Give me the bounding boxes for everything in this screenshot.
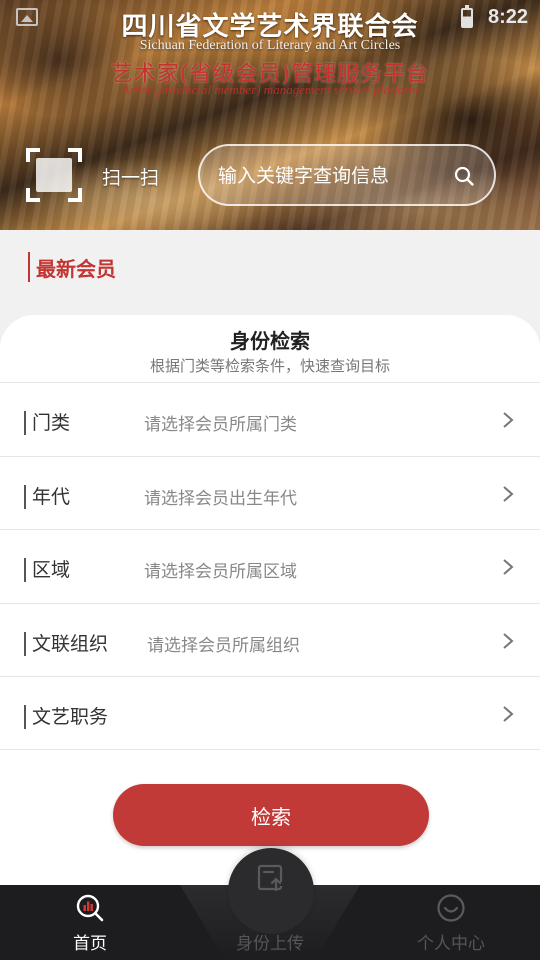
row-marker [24,485,26,509]
nav-home[interactable]: 首页 [30,885,150,960]
filter-era[interactable]: 年代 请选择会员出生年代 [0,456,540,530]
filter-label: 文艺职务 [32,706,109,728]
row-marker [24,411,26,435]
filter-placeholder: 请选择会员所属区域 [144,562,297,582]
filter-label: 文联组织 [32,633,109,655]
filter-label: 门类 [32,412,71,434]
smiley-icon [437,894,465,922]
row-marker [24,558,26,582]
scan-label[interactable]: 扫一扫 [102,163,159,190]
nav-upload-label: 身份上传 [236,934,304,954]
filter-label: 年代 [32,486,71,508]
chevron-right-icon [503,412,514,428]
upload-icon [257,864,283,892]
nav-profile-label: 个人中心 [417,934,485,954]
filter-placeholder: 请选择会员所属组织 [147,636,300,656]
card-title: 身份检索 [230,329,310,353]
platform-subtitle-en: Artist (provincial member) management se… [121,82,419,97]
filter-position[interactable]: 文艺职务 [0,676,540,750]
org-subtitle-en: Sichuan Federation of Literary and Art C… [139,38,401,53]
filter-placeholder: 请选择会员出生年代 [144,489,297,509]
row-marker [24,705,26,729]
divider [0,749,540,750]
row-marker [24,632,26,656]
nav-profile[interactable]: 个人中心 [391,885,511,960]
search-bar[interactable] [198,144,496,206]
search-icon[interactable] [454,166,474,186]
filter-label: 区域 [32,559,71,581]
latest-members-title[interactable]: 最新会员 [36,253,116,282]
nav-home-label: 首页 [73,934,107,954]
chevron-right-icon [503,486,514,502]
search-submit-button[interactable]: 检索 [113,784,429,846]
identity-search-card: 身份检索 根据门类等检索条件，快速查询目标 门类 请选择会员所属门类 年代 请选… [0,315,540,885]
section-marker [28,252,30,282]
scan-button[interactable] [36,158,72,192]
chevron-right-icon [503,706,514,722]
filter-placeholder: 请选择会员所属门类 [144,415,297,435]
nav-identity-upload[interactable]: 身份上传 [210,864,330,960]
search-chart-icon [76,894,104,922]
chevron-right-icon [503,633,514,649]
filter-organization[interactable]: 文联组织 请选择会员所属组织 [0,603,540,677]
filter-category[interactable]: 门类 请选择会员所属门类 [0,382,540,456]
search-input[interactable] [218,162,438,190]
latest-members-section: 最新会员 [0,230,540,320]
chevron-right-icon [503,559,514,575]
card-subtitle: 根据门类等检索条件，快速查询目标 [149,357,390,375]
filter-region[interactable]: 区域 请选择会员所属区域 [0,529,540,603]
